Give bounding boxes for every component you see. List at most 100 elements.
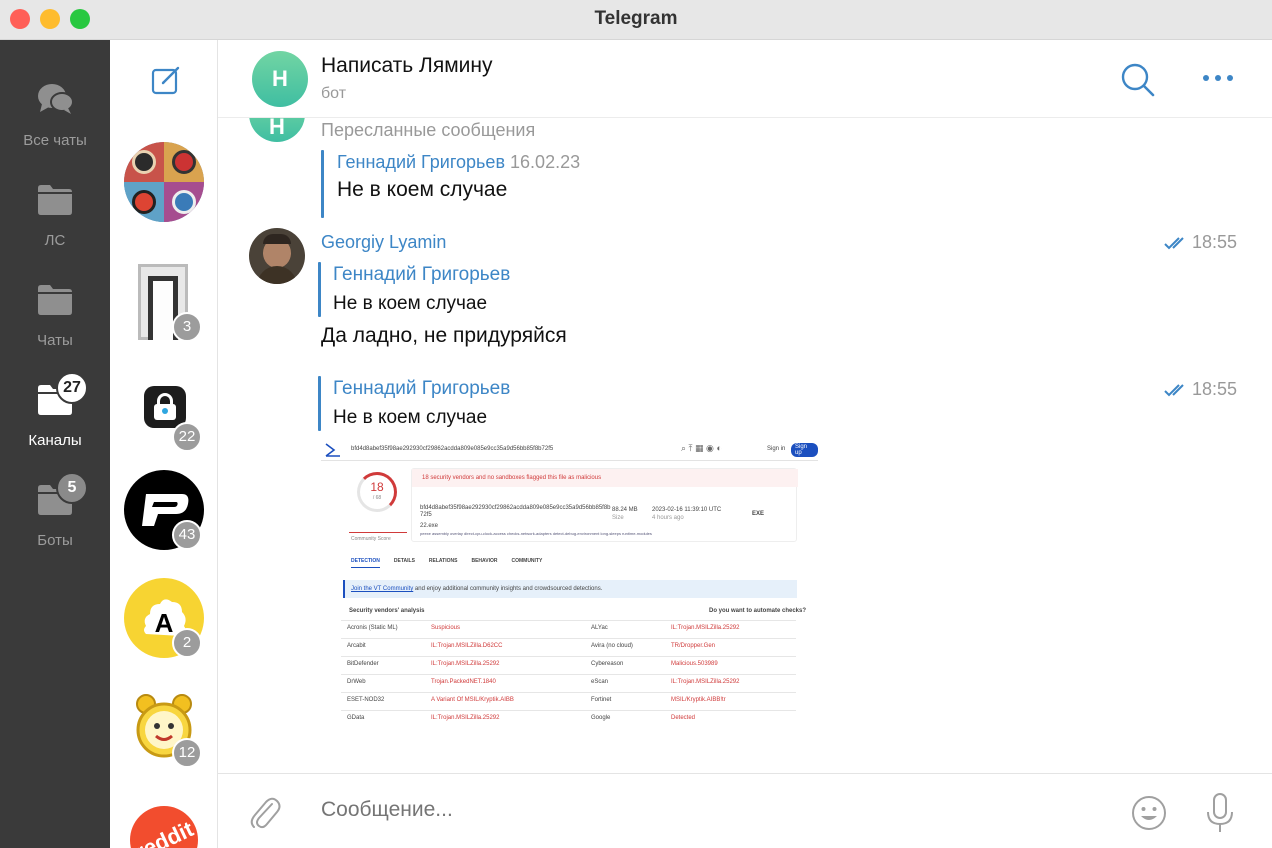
chat-item[interactable]: 12 (124, 688, 204, 768)
sender-name[interactable]: Georgiy Lyamin (321, 232, 446, 253)
sign-in-link: Sign in (767, 446, 786, 452)
unread-badge: 27 (56, 372, 88, 404)
paperclip-icon[interactable] (248, 794, 282, 832)
file-type: EXE (752, 511, 765, 517)
table-row: DrWeb Trojan.PackedNET.1840 eScan IL:Tro… (341, 674, 796, 691)
table-row: BitDefender IL:Trojan.MSILZilla.25292 Cy… (341, 656, 796, 673)
reply-text: Не в коем случае (333, 407, 488, 428)
detection-score: 18 (370, 480, 384, 494)
chat-status: бот (321, 85, 347, 102)
community-banner: Join the VT Community and enjoy addition… (343, 580, 797, 598)
chat-title[interactable]: Написать Лямину (321, 54, 492, 78)
reply-text: Не в коем случае (333, 293, 488, 314)
reddit-avatar: reddit (124, 798, 204, 848)
table-row: GData IL:Trojan.MSILZilla.25292 Google D… (341, 710, 796, 727)
unread-badge: 3 (172, 312, 202, 342)
message-list: Н Пересланные сообщения Геннадий Григорь… (218, 118, 1272, 772)
vt-tabs: DETECTION DETAILS RELATIONS BEHAVIOR COM… (351, 558, 542, 568)
tab-community: COMMUNITY (511, 558, 543, 564)
folder-label: Боты (37, 532, 73, 549)
toolbar-icons: ⌕ ⤒ ▦ ◉ ◐ (681, 443, 722, 453)
message-time: 18:55 (1192, 379, 1238, 399)
folder-ls[interactable]: ЛС (0, 180, 110, 276)
scan-date: 2023-02-16 11:39:10 UTC (652, 507, 722, 513)
banner-text: and enjoy additional community insights … (413, 586, 603, 592)
hash-search: bfd4d8abef35f98ae292930cf29862acdda809e0… (351, 446, 554, 452)
file-name: 22.exe (420, 523, 439, 529)
more-options-icon[interactable] (1200, 68, 1236, 88)
message-text: Не в коем случае (337, 178, 508, 201)
double-check-icon (1164, 237, 1184, 250)
tab-behavior: BEHAVIOR (471, 558, 498, 564)
chat-item[interactable]: 22 (124, 372, 204, 452)
alert-text: 18 security vendors and no sandboxes fla… (422, 475, 602, 481)
table-row: Arcabit IL:Trojan.MSILZilla.D62CC Avira … (341, 638, 796, 655)
automate-link: Do you want to automate checks? (709, 608, 807, 614)
compose-icon[interactable] (150, 64, 182, 96)
unread-badge: 5 (56, 472, 88, 504)
folder-channels[interactable]: 27 Каналы (0, 372, 110, 476)
chats-bubbles-icon (38, 84, 74, 114)
chat-item[interactable]: 43 (124, 470, 204, 550)
attached-screenshot[interactable]: bfd4d8abef35f98ae292930cf29862acdda809e0… (321, 440, 818, 734)
file-summary-card: 18 security vendors and no sandboxes fla… (411, 468, 798, 542)
unread-badge: 2 (172, 628, 202, 658)
folder-label: Чаты (37, 332, 73, 349)
avatar[interactable]: Н (249, 118, 305, 142)
scan-ago: 4 hours ago (652, 515, 684, 521)
forward-date: 16.02.23 (510, 152, 581, 172)
message-composer (218, 773, 1272, 848)
chat-header: Н Написать Лямину бот (218, 40, 1272, 118)
chat-list: 3 22 43 A 2 12 reddit (110, 40, 218, 848)
banner-link: Join the VT Community (351, 586, 414, 592)
table-row: ESET-NOD32 A Variant Of MSIL/Kryptik.AIB… (341, 692, 796, 709)
title-bar: Telegram (0, 0, 1272, 40)
avatar[interactable] (249, 228, 305, 284)
forward-author[interactable]: Геннадий Григорьев (337, 152, 505, 172)
chat-item[interactable] (124, 142, 204, 222)
unread-badge: 22 (172, 422, 202, 452)
rotary-phones-avatar (124, 142, 204, 222)
chat-item[interactable]: A 2 (124, 578, 204, 658)
analysis-title: Security vendors' analysis (349, 608, 425, 614)
tab-detection: DETECTION (351, 558, 380, 568)
sign-up-button: Sign up (791, 443, 818, 457)
folder-bots[interactable]: 5 Боты (0, 472, 110, 576)
folder-icon (38, 285, 72, 315)
search-icon[interactable] (1120, 62, 1156, 98)
folder-all-chats[interactable]: Все чаты (0, 80, 110, 176)
chat-panel: Н Написать Лямину бот Н Пересланные сооб… (218, 40, 1272, 848)
unread-badge: 43 (172, 520, 202, 550)
message-text: Да ладно, не придуряйся (321, 324, 567, 347)
microphone-icon[interactable] (1204, 792, 1236, 834)
folder-label: ЛС (44, 232, 66, 249)
forwarded-header: Геннадий Григорьев 16.02.23 (337, 152, 580, 173)
community-score-label: Community Score (351, 536, 391, 542)
file-tags: peexe assembly overlay direct-cpu-clock-… (420, 531, 652, 536)
tab-relations: RELATIONS (428, 558, 458, 564)
folder-label: Каналы (28, 432, 82, 449)
file-size: 88.24 MB (612, 507, 638, 513)
folder-label: Все чаты (23, 132, 87, 149)
chat-item[interactable]: reddit (124, 798, 204, 848)
virustotal-logo-icon (325, 443, 340, 457)
window-title: Telegram (594, 8, 678, 29)
forward-bar (321, 150, 324, 218)
detection-total: / 68 (372, 495, 382, 501)
message-time: 18:55 (1192, 232, 1238, 252)
reply-author[interactable]: Геннадий Григорьев (333, 378, 510, 400)
file-size-label: Size (612, 515, 624, 521)
tab-details: DETAILS (393, 558, 415, 564)
table-row: Acronis (Static ML) Suspicious ALYac IL:… (341, 620, 796, 637)
forwarded-title: Пересланные сообщения (321, 120, 536, 140)
folder-chats[interactable]: Чаты (0, 280, 110, 376)
reply-bar (318, 262, 321, 317)
avatar[interactable]: Н (252, 51, 308, 107)
reply-author[interactable]: Геннадий Григорьев (333, 264, 510, 286)
svg-text:A: A (155, 608, 174, 638)
double-check-icon (1164, 384, 1184, 397)
emoji-icon[interactable] (1130, 794, 1168, 832)
message-input[interactable] (321, 798, 1021, 822)
file-hash: bfd4d8abef35f98ae292930cf29862acdda809e0… (420, 505, 611, 518)
chat-item[interactable]: 3 (124, 262, 204, 342)
